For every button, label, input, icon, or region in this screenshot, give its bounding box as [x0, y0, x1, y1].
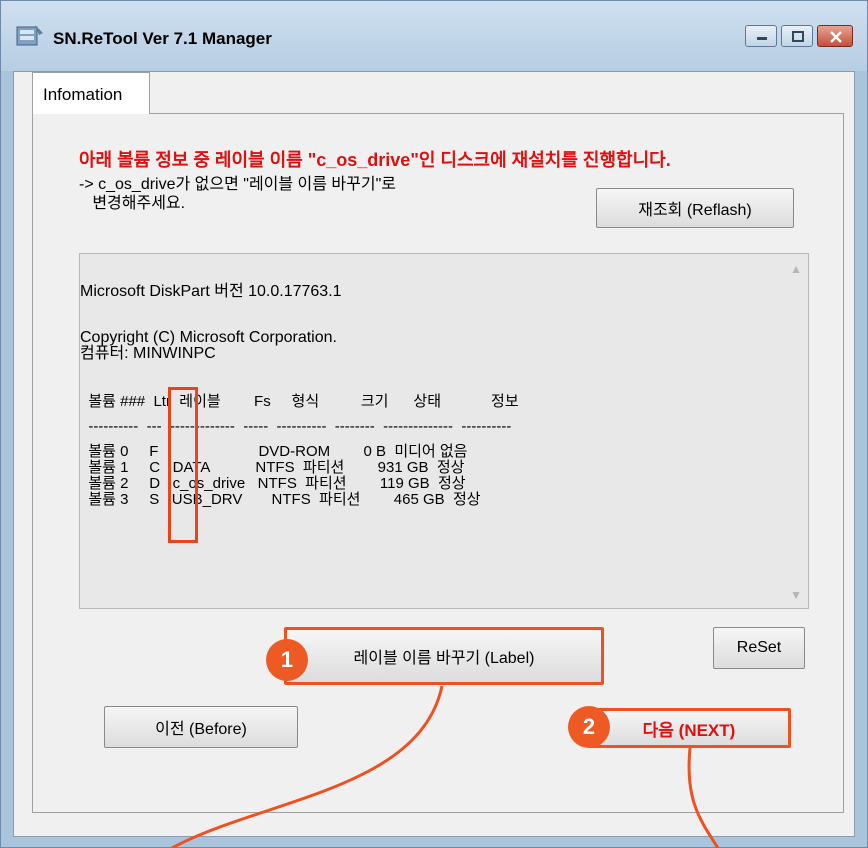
- callout-line-2: [687, 747, 720, 848]
- callout-line-1: [171, 685, 444, 848]
- callout-lines: [171, 685, 720, 848]
